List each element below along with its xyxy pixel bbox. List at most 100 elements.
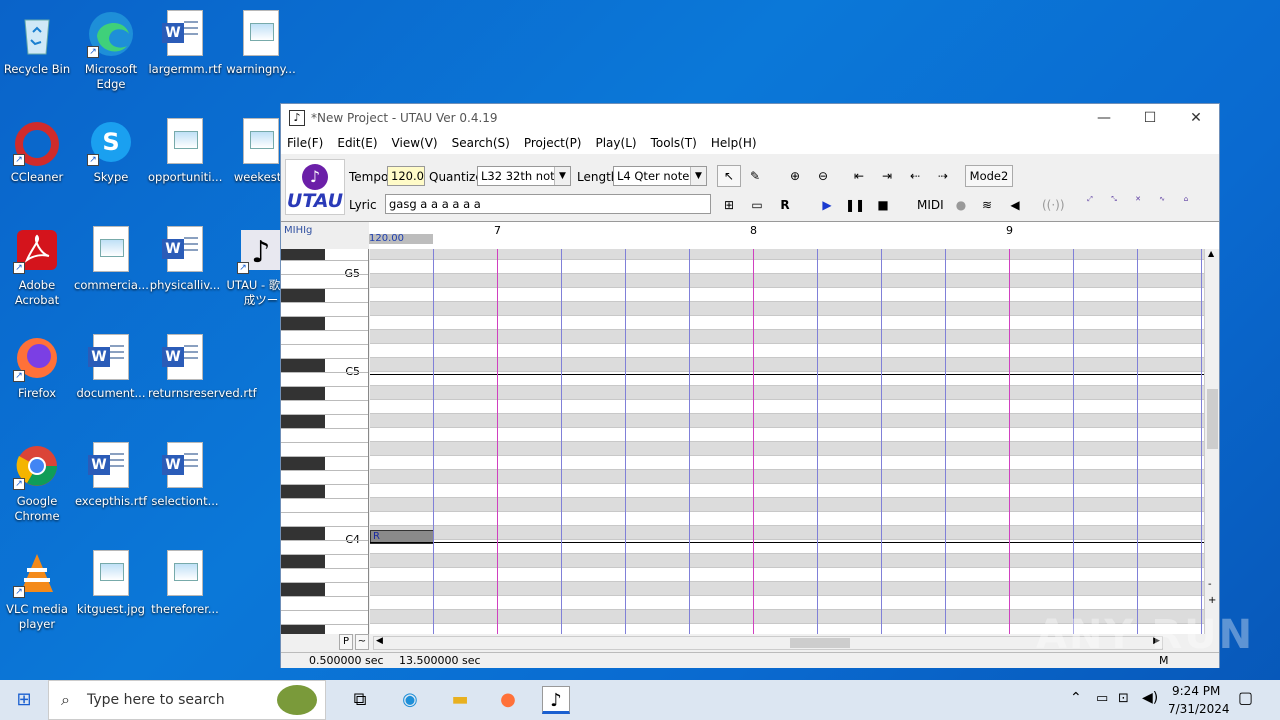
piano-roll-grid[interactable]: R bbox=[370, 249, 1204, 634]
grid-row[interactable] bbox=[370, 344, 1204, 358]
desktop-icon-largermm[interactable]: W largermm.rtf bbox=[148, 4, 222, 77]
black-key[interactable] bbox=[281, 583, 325, 596]
clock-time[interactable]: 9:24 PM bbox=[1172, 684, 1220, 698]
scrollbar-thumb[interactable] bbox=[1207, 389, 1218, 449]
utau-taskbar-icon[interactable]: ♪ bbox=[542, 686, 570, 714]
grid-row[interactable] bbox=[370, 302, 1204, 316]
tempo-marker[interactable]: 120.00 bbox=[369, 234, 433, 244]
tilde-button[interactable]: ~ bbox=[355, 634, 369, 650]
pitch-tool-icon-1[interactable]: ⤢ bbox=[1079, 195, 1101, 217]
pause-button[interactable]: ❚❚ bbox=[843, 194, 867, 216]
taskbar-search[interactable]: ⌕ Type here to search bbox=[48, 680, 326, 720]
menu-view[interactable]: View(V) bbox=[392, 136, 438, 150]
desktop-icon-returnsreserved[interactable]: W returnsreserved.rtf bbox=[148, 328, 257, 401]
vibrato-tool-icon[interactable]: ∿ bbox=[1151, 195, 1173, 217]
firefox-taskbar-icon[interactable]: ● bbox=[494, 686, 522, 714]
pitch-tool-icon-3[interactable]: ✕ bbox=[1127, 195, 1149, 217]
go-end-button[interactable]: ⇥ bbox=[875, 165, 899, 187]
mode2-button[interactable]: Mode2 bbox=[965, 165, 1013, 187]
piano-keyboard[interactable]: G5 C5 C4 bbox=[281, 249, 369, 634]
midi-settings-button[interactable]: ≋ bbox=[975, 194, 999, 216]
grid-row[interactable] bbox=[370, 428, 1204, 442]
desktop-icon-ccleaner[interactable]: ↗ CCleaner bbox=[0, 112, 74, 185]
title-bar[interactable]: ♪ *New Project - UTAU Ver 0.4.19 — ☐ ✕ bbox=[281, 104, 1219, 132]
grid-row[interactable] bbox=[370, 596, 1204, 610]
black-key[interactable] bbox=[281, 485, 325, 498]
desktop-icon-excepthis[interactable]: W excepthis.rtf bbox=[74, 436, 148, 509]
maximize-button[interactable]: ☐ bbox=[1127, 104, 1173, 132]
grid-row[interactable] bbox=[370, 330, 1204, 344]
grid-row[interactable] bbox=[370, 512, 1204, 526]
play-button[interactable]: ▶ bbox=[815, 194, 839, 216]
network-icon[interactable]: ⊡ bbox=[1118, 691, 1129, 706]
grid-row[interactable] bbox=[370, 316, 1204, 330]
grid-row[interactable] bbox=[370, 288, 1204, 302]
desktop-icon-thereforer[interactable]: thereforer... bbox=[148, 544, 222, 617]
zoom-in-button[interactable]: ⊕ bbox=[783, 165, 807, 187]
edge-taskbar-icon[interactable]: ◉ bbox=[396, 686, 424, 714]
pencil-tool-button[interactable]: ✎ bbox=[743, 165, 767, 187]
desktop-icon-edge[interactable]: ↗ Microsoft Edge bbox=[74, 4, 148, 92]
stop-button[interactable]: ■ bbox=[871, 194, 895, 216]
menu-play[interactable]: Play(L) bbox=[595, 136, 636, 150]
file-explorer-icon[interactable]: ▬ bbox=[446, 686, 474, 714]
go-start-button[interactable]: ⇤ bbox=[847, 165, 871, 187]
volume-icon[interactable]: ◀) bbox=[1142, 690, 1158, 706]
rest-button[interactable]: R bbox=[773, 194, 797, 216]
grid-row[interactable] bbox=[370, 470, 1204, 484]
tempo-input[interactable]: 120.0 bbox=[387, 166, 425, 186]
menu-project[interactable]: Project(P) bbox=[524, 136, 582, 150]
desktop-icon-acrobat[interactable]: ↗ Adobe Acrobat bbox=[0, 220, 74, 308]
black-key[interactable] bbox=[281, 359, 325, 372]
close-button[interactable]: ✕ bbox=[1173, 104, 1219, 132]
grid-row[interactable] bbox=[370, 442, 1204, 456]
black-key[interactable] bbox=[281, 249, 325, 260]
grid-row[interactable] bbox=[370, 400, 1204, 414]
p-button[interactable]: P bbox=[339, 634, 353, 650]
wave-button[interactable]: ((·)) bbox=[1041, 194, 1065, 216]
chevron-up-icon[interactable]: ⌃ bbox=[1070, 690, 1082, 706]
desktop-icon-kitguest[interactable]: kitguest.jpg bbox=[74, 544, 148, 617]
black-key[interactable] bbox=[281, 317, 325, 330]
black-key[interactable] bbox=[281, 625, 325, 634]
desktop-icon-opportuniti[interactable]: opportuniti... bbox=[148, 112, 222, 185]
grid-row[interactable] bbox=[370, 274, 1204, 288]
menu-help[interactable]: Help(H) bbox=[711, 136, 757, 150]
black-key[interactable] bbox=[281, 555, 325, 568]
insert-note-button[interactable]: ⊞ bbox=[717, 194, 741, 216]
desktop-icon-vlc[interactable]: ↗ VLC media player bbox=[0, 544, 74, 632]
grid-row[interactable] bbox=[370, 386, 1204, 400]
reset-tool-icon[interactable]: ⌂ bbox=[1175, 195, 1197, 217]
prev-note-button[interactable]: ⇠ bbox=[903, 165, 927, 187]
scroll-left-icon[interactable]: ◀ bbox=[376, 636, 383, 646]
black-key[interactable] bbox=[281, 289, 325, 302]
scroll-up-icon[interactable]: ▲ bbox=[1208, 249, 1214, 258]
clock-date[interactable]: 7/31/2024 bbox=[1168, 702, 1230, 716]
quantize-select[interactable]: L32 32th note ▼ bbox=[477, 166, 571, 186]
menu-edit[interactable]: Edit(E) bbox=[337, 136, 377, 150]
menu-file[interactable]: File(F) bbox=[287, 136, 323, 150]
grid-row[interactable] bbox=[370, 249, 1204, 260]
grid-row[interactable] bbox=[370, 358, 1204, 372]
zoom-plus-icon[interactable]: + bbox=[1208, 595, 1216, 606]
desktop-icon-recycle-bin[interactable]: Recycle Bin bbox=[0, 4, 74, 77]
desktop-icon-firefox[interactable]: ↗ Firefox bbox=[0, 328, 74, 401]
insert-rest-button[interactable]: ▭ bbox=[745, 194, 769, 216]
black-key[interactable] bbox=[281, 387, 325, 400]
next-note-button[interactable]: ⇢ bbox=[931, 165, 955, 187]
grid-row[interactable] bbox=[370, 414, 1204, 428]
grid-row[interactable] bbox=[370, 498, 1204, 512]
menu-tools[interactable]: Tools(T) bbox=[651, 136, 697, 150]
grid-row[interactable] bbox=[370, 484, 1204, 498]
notifications-icon[interactable]: ▢ bbox=[1238, 688, 1253, 707]
desktop-icon-chrome[interactable]: ↗ Google Chrome bbox=[0, 436, 74, 524]
menu-search[interactable]: Search(S) bbox=[452, 136, 510, 150]
black-key[interactable] bbox=[281, 527, 325, 540]
desktop-icon-document[interactable]: W document... bbox=[74, 328, 148, 401]
desktop-icon-selectiont[interactable]: W selectiont... bbox=[148, 436, 222, 509]
timeline-ruler[interactable]: MIHIg 120.00 7 8 9 bbox=[281, 221, 1219, 250]
grid-row[interactable] bbox=[370, 526, 1204, 540]
grid-row[interactable] bbox=[370, 554, 1204, 568]
vertical-scrollbar[interactable]: ▲ - + bbox=[1204, 249, 1219, 634]
black-key[interactable] bbox=[281, 457, 325, 470]
